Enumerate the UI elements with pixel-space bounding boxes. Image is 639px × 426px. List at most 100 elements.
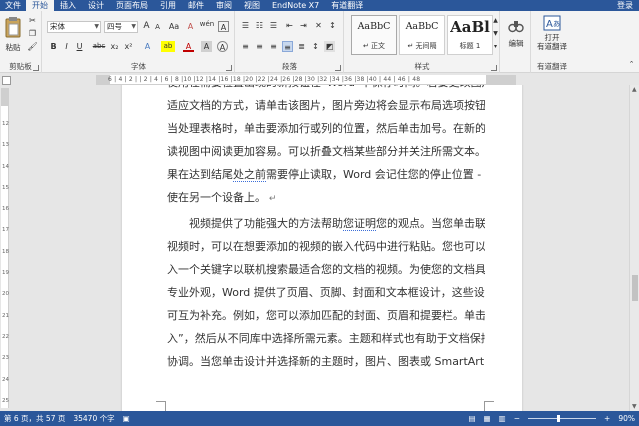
format-painter-icon[interactable]: 🖌 xyxy=(27,41,38,52)
clipboard-launcher-icon[interactable] xyxy=(33,65,39,71)
text-line[interactable]: 适应文档的方式，请单击该图片，图片旁边将会显示布局选项按钮。 xyxy=(167,94,485,117)
text-line[interactable]: 读视图中阅读更加容易。可以折叠文档某些部分并关注所需文本。如 xyxy=(167,140,485,163)
collapse-ribbon-icon[interactable]: ⌃ xyxy=(626,59,637,70)
tab-view[interactable]: 视图 xyxy=(238,1,266,11)
text-line[interactable]: 专业外观，Word 提供了页眉、页脚、封面和文本框设计，这些设计 xyxy=(167,281,485,304)
tab-youdao[interactable]: 有道翻译 xyxy=(325,1,369,11)
tab-home[interactable]: 开始 xyxy=(26,0,54,11)
login-link[interactable]: 登录 xyxy=(611,0,639,11)
document-body[interactable]: 使用在需要位置出现的新按钮在“Word”中保存时间。若要更改图片适应文档的方式，… xyxy=(167,85,485,373)
tab-references[interactable]: 引用 xyxy=(154,1,182,11)
distributed-icon[interactable]: ≣ xyxy=(296,41,307,52)
paragraph-mark-icon: ↵ xyxy=(266,194,277,205)
text-line[interactable]: 入一个关键字以联机搜索最适合您的文档的视频。为使您的文档具有 xyxy=(167,258,485,281)
shrink-font-icon[interactable]: A xyxy=(152,22,163,33)
align-center-icon[interactable]: ≡ xyxy=(254,41,265,52)
bold-icon[interactable]: B xyxy=(48,41,59,52)
web-layout-icon[interactable]: ▥ xyxy=(495,414,510,423)
paragraph-launcher-icon[interactable] xyxy=(335,65,341,71)
styles-launcher-icon[interactable] xyxy=(491,65,497,71)
text-line[interactable]: 视频提供了功能强大的方法帮助您证明您的观点。当您单击联机 xyxy=(167,212,485,235)
italic-icon[interactable]: I xyxy=(61,41,72,52)
grow-font-icon[interactable]: A xyxy=(141,21,152,32)
text-effects-icon[interactable]: A xyxy=(142,41,153,52)
highlight-icon[interactable]: ab xyxy=(161,41,175,52)
tab-review[interactable]: 审阅 xyxy=(210,1,238,11)
editing-button[interactable] xyxy=(505,15,527,37)
text-line[interactable]: 当处理表格时，单击要添加行或列的位置，然后单击加号。在新的阅 xyxy=(167,117,485,140)
tab-file[interactable]: 文件 xyxy=(0,1,26,11)
font-color-icon[interactable]: A xyxy=(183,41,194,52)
scrollbar-thumb[interactable] xyxy=(632,275,638,301)
strikethrough-icon[interactable]: abc xyxy=(91,41,107,52)
decrease-indent-icon[interactable]: ⇤ xyxy=(284,20,295,31)
tab-page-layout[interactable]: 页面布局 xyxy=(110,1,154,11)
subscript-icon[interactable]: x₂ xyxy=(109,41,120,52)
clear-format-icon[interactable]: A xyxy=(185,21,196,32)
tab-insert[interactable]: 插入 xyxy=(54,1,82,11)
zoom-in-icon[interactable]: + xyxy=(600,414,614,423)
char-border-icon[interactable]: A xyxy=(218,21,229,32)
style-no-spacing[interactable]: AaBbC ↵ 无间隔 xyxy=(399,15,445,55)
text-line[interactable]: 入”，然后从不同库中选择所需元素。主题和样式也有助于文档保持 xyxy=(167,327,485,350)
tab-design[interactable]: 设计 xyxy=(82,1,110,11)
tab-endnote[interactable]: EndNote X7 xyxy=(266,1,325,11)
underline-icon[interactable]: U xyxy=(74,41,85,52)
zoom-slider-thumb[interactable] xyxy=(557,415,561,422)
superscript-icon[interactable]: x² xyxy=(123,41,134,52)
editing-label[interactable]: 编辑 xyxy=(501,38,531,48)
enclose-char-icon[interactable]: A xyxy=(217,41,228,52)
font-name-combo[interactable]: 宋体 ▼ xyxy=(47,21,101,33)
youdao-translate-button[interactable]: A あ xyxy=(542,14,562,32)
align-left-icon[interactable]: ≡ xyxy=(240,41,251,52)
document-page[interactable]: 使用在需要位置出现的新按钮在“Word”中保存时间。若要更改图片适应文档的方式，… xyxy=(122,85,522,411)
paste-button[interactable] xyxy=(3,14,23,40)
text-line[interactable]: 果在达到结尾处之前需要停止读取，Word 会记住您的停止位置 - 即 xyxy=(167,163,485,186)
style-normal[interactable]: AaBbC ↵ 正文 xyxy=(351,15,397,55)
multilevel-list-icon[interactable]: ☰ xyxy=(268,20,279,31)
zoom-out-icon[interactable]: − xyxy=(510,414,524,423)
text-line[interactable]: 使用在需要位置出现的新按钮在“Word”中保存时间。若要更改图片 xyxy=(167,85,485,94)
print-layout-icon[interactable]: ▦ xyxy=(480,414,495,423)
style-heading-1[interactable]: AaBl 标题 1 xyxy=(447,15,493,55)
text-line[interactable]: 使在另一个设备上。 ↵ xyxy=(167,186,485,211)
cut-icon[interactable]: ✂ xyxy=(27,15,38,26)
change-case-icon[interactable]: Aa xyxy=(166,21,182,32)
zoom-slider[interactable] xyxy=(528,415,597,422)
font-launcher-icon[interactable] xyxy=(226,65,232,71)
align-right-icon[interactable]: ≡ xyxy=(268,41,279,52)
text-line[interactable]: 视频时，可以在想要添加的视频的嵌入代码中进行粘贴。您也可以键 xyxy=(167,235,485,258)
text-line[interactable]: 可互为补充。例如，您可以添加匹配的封面、页眉和提要栏。单击“插 xyxy=(167,304,485,327)
document-area[interactable]: 使用在需要位置出现的新按钮在“Word”中保存时间。若要更改图片适应文档的方式，… xyxy=(10,85,629,411)
paragraph-shading-icon[interactable]: ◩ xyxy=(324,41,335,52)
youdao-translate-label[interactable]: 有道翻译 xyxy=(532,42,572,51)
styles-more-icon[interactable]: ▾ xyxy=(490,41,501,52)
vertical-ruler[interactable]: 12 13 14 15 16 17 18 19 20 21 22 23 24 25 xyxy=(1,88,9,408)
text-line[interactable]: 协调。当您单击设计并选择新的主题时，图片、图表或 SmartArt 图 xyxy=(167,350,485,373)
line-spacing-icon[interactable]: ↕ xyxy=(310,41,321,52)
sort-icon[interactable]: ↕ xyxy=(327,20,338,31)
styles-scroll-down-icon[interactable]: ▼ xyxy=(490,28,501,39)
scroll-up-icon[interactable]: ▲ xyxy=(632,86,637,93)
char-shading-icon[interactable]: A xyxy=(201,41,212,52)
proofing-icon[interactable]: ▣ xyxy=(119,414,134,423)
phonetic-guide-icon[interactable]: wén xyxy=(199,19,215,30)
vertical-scrollbar[interactable]: ▲ ▼ xyxy=(629,85,639,411)
page-count[interactable]: 第 6 页，共 57 页 xyxy=(0,413,69,424)
horizontal-ruler[interactable]: 6 | 4 | 2 | | 2 | 4 | 6 | 8 |10 |12 |14 … xyxy=(96,75,516,85)
styles-scroll-up-icon[interactable]: ▲ xyxy=(490,15,501,26)
increase-indent-icon[interactable]: ⇥ xyxy=(298,20,309,31)
paste-label[interactable]: 粘贴 xyxy=(2,42,24,52)
read-mode-icon[interactable]: ▤ xyxy=(464,414,479,423)
bullets-icon[interactable]: ☰ xyxy=(240,20,251,31)
tab-mailings[interactable]: 邮件 xyxy=(182,1,210,11)
chinese-layout-icon[interactable]: ✕ xyxy=(313,20,324,31)
font-size-combo[interactable]: 四号 ▼ xyxy=(104,21,138,33)
justify-icon[interactable]: ≡ xyxy=(282,41,293,52)
copy-icon[interactable]: ❐ xyxy=(27,28,38,39)
numbering-icon[interactable]: ☷ xyxy=(254,20,265,31)
scroll-down-icon[interactable]: ▼ xyxy=(632,403,637,410)
zoom-level[interactable]: 90% xyxy=(614,414,639,423)
word-count[interactable]: 35470 个字 xyxy=(69,413,118,424)
tab-selector-icon[interactable] xyxy=(2,76,11,85)
